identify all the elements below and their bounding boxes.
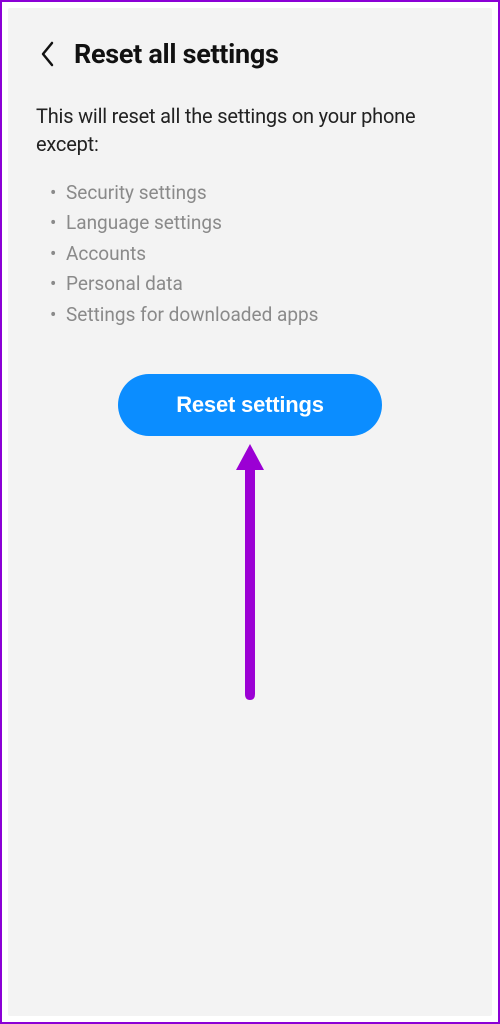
description-text: This will reset all the settings on your… [36,102,464,158]
button-container: Reset settings [36,374,464,436]
exceptions-list: Security settings Language settings Acco… [36,178,464,330]
settings-screen: Reset all settings This will reset all t… [8,8,492,1016]
list-item: Settings for downloaded apps [50,300,464,330]
annotation-arrow-icon [36,444,464,704]
reset-settings-button[interactable]: Reset settings [118,374,382,436]
list-item: Security settings [50,178,464,208]
list-item: Accounts [50,239,464,269]
page-title: Reset all settings [74,38,279,70]
page-header: Reset all settings [36,38,464,70]
list-item: Language settings [50,208,464,238]
back-icon[interactable] [36,43,58,65]
list-item: Personal data [50,269,464,299]
